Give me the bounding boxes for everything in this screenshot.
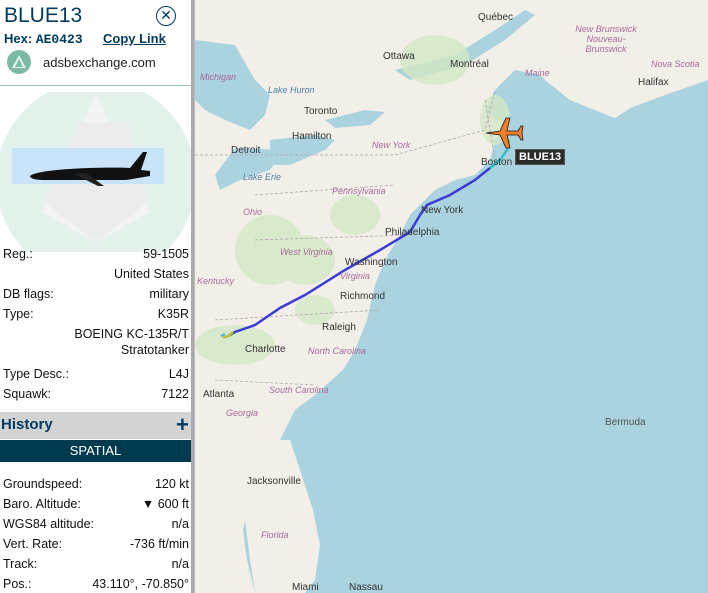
aircraft-info-panel: BLUE13 ✕ Hex: AE0423 Copy Link adsbexcha…: [0, 0, 195, 593]
history-header[interactable]: History +: [0, 412, 191, 439]
copy-link-button[interactable]: Copy Link: [103, 31, 166, 46]
detail-value: Stratotanker: [120, 343, 189, 357]
spatial-value: n/a: [171, 557, 189, 571]
city-label: Philadelphia: [385, 227, 440, 238]
history-title: History: [1, 416, 53, 433]
city-label: Boston: [481, 157, 513, 168]
region-label: New Brunswick Nouveau-Brunswick: [575, 24, 637, 54]
source-link[interactable]: adsbexchange.com: [43, 55, 156, 70]
detail-value: K35R: [157, 307, 189, 321]
city-label: Toronto: [304, 106, 338, 117]
map-view[interactable]: Québec Ottawa Montréal Toronto Hamilton …: [195, 0, 708, 593]
detail-value: military: [149, 287, 189, 301]
close-icon[interactable]: ✕: [156, 6, 176, 26]
city-label: Jacksonville: [247, 476, 301, 487]
region-label: West Virginia: [280, 247, 333, 257]
city-label: Miami: [292, 582, 319, 593]
region-label: Georgia: [226, 408, 259, 418]
detail-label: Type:: [3, 307, 34, 321]
detail-label: DB flags:: [3, 287, 54, 301]
detail-value: 59-1505: [143, 247, 189, 261]
city-label: Québec: [478, 12, 514, 23]
detail-label: Type Desc.:: [3, 367, 69, 381]
city-label: Raleigh: [322, 322, 356, 333]
region-label: North Carolina: [308, 346, 367, 356]
spatial-value: n/a: [171, 517, 189, 531]
aircraft-map-label[interactable]: BLUE13: [515, 149, 566, 165]
region-label: Michigan: [200, 72, 237, 82]
region-label: Nova Scotia: [651, 59, 700, 69]
spatial-value: ▼ 600 ft: [141, 497, 189, 511]
city-label: Detroit: [231, 145, 261, 156]
spatial-label: Vert. Rate:: [3, 537, 63, 551]
city-label: Halifax: [638, 77, 669, 88]
detail-label: Reg.:: [3, 247, 33, 261]
detail-label: Squawk:: [3, 387, 51, 401]
city-label: New York: [421, 205, 464, 216]
region-label: Kentucky: [197, 276, 235, 286]
callsign-title: BLUE13: [4, 4, 83, 27]
spatial-label: Groundspeed:: [3, 477, 83, 491]
region-label: Virginia: [340, 271, 370, 281]
source-row[interactable]: adsbexchange.com: [7, 50, 187, 76]
spatial-label: Baro. Altitude:: [3, 497, 81, 511]
water-label: Lake Erie: [243, 172, 282, 182]
region-label: New York: [372, 140, 411, 150]
region-label: Florida: [261, 530, 289, 540]
spatial-label: Pos.:: [3, 577, 32, 591]
spatial-value: 120 kt: [154, 477, 189, 491]
city-label: Montréal: [450, 59, 489, 70]
water-label: Lake Huron: [268, 85, 315, 95]
divider: [0, 85, 191, 86]
panel-scrollbar[interactable]: [191, 0, 194, 593]
region-label: Ohio: [243, 207, 263, 217]
spatial-value: 43.110°, -70.850°: [92, 577, 189, 591]
city-label: Nassau: [349, 582, 383, 593]
spatial-value: -736 ft/min: [129, 537, 189, 551]
city-label: Richmond: [340, 291, 386, 302]
city-label: Atlanta: [203, 389, 235, 400]
region-label: Pennsylvania: [332, 186, 386, 196]
aircraft-silhouette-image: [0, 92, 191, 252]
island-label: Bermuda: [605, 417, 646, 428]
tab-spatial[interactable]: SPATIAL: [0, 440, 191, 462]
detail-value: 7122: [161, 387, 189, 401]
expand-plus-icon[interactable]: +: [176, 412, 189, 438]
city-label: Hamilton: [292, 131, 332, 142]
hex-row: Hex: AE0423: [4, 31, 83, 47]
hex-value: AE0423: [35, 32, 83, 47]
spatial-label: Track:: [3, 557, 38, 571]
hex-label: Hex:: [4, 31, 33, 46]
spatial-label: WGS84 altitude:: [3, 517, 95, 531]
detail-value: L4J: [168, 367, 189, 381]
detail-value: BOEING KC-135R/T: [74, 327, 189, 341]
detail-value: United States: [113, 267, 189, 281]
city-label: Washington: [345, 257, 398, 268]
adsbexchange-logo-icon: [7, 50, 31, 74]
city-label: Ottawa: [383, 51, 415, 62]
region-label: Maine: [525, 68, 550, 78]
region-label: South Carolina: [269, 385, 329, 395]
city-label: Charlotte: [245, 344, 286, 355]
